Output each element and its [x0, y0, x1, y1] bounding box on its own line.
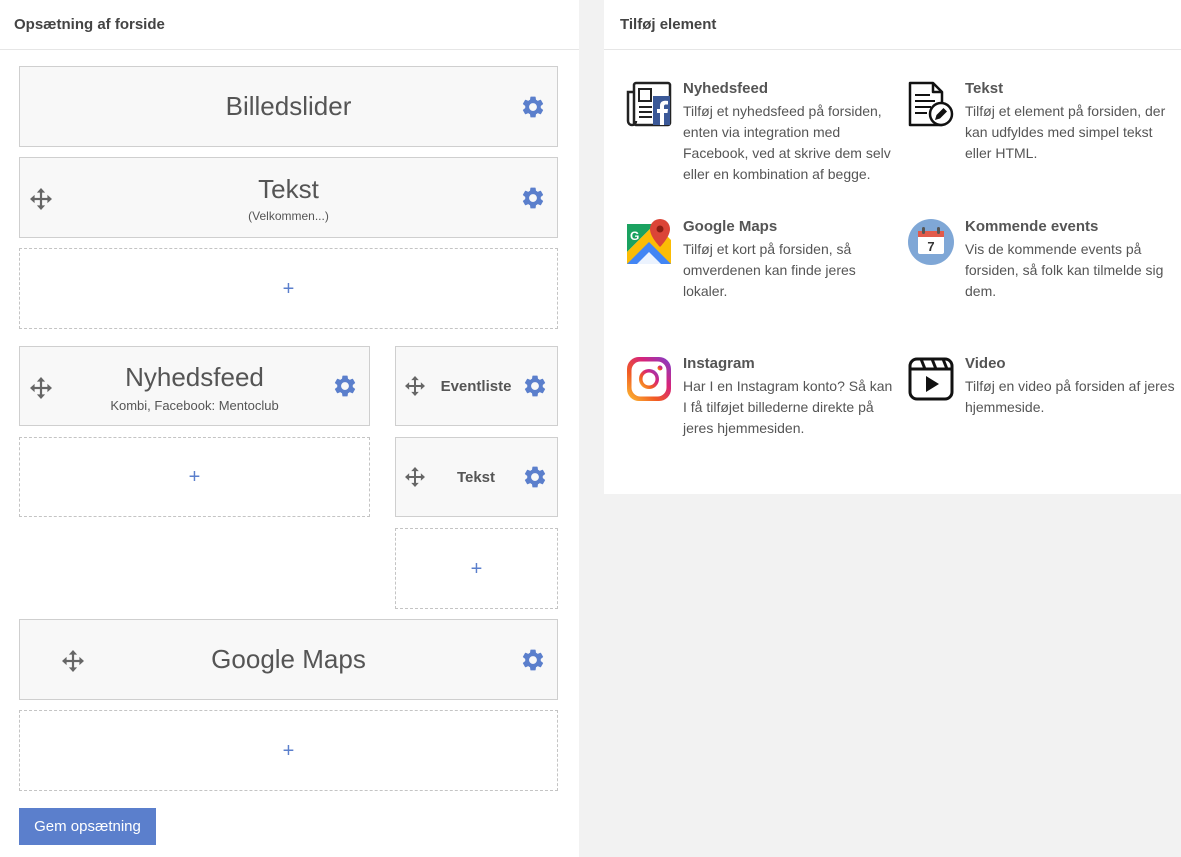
element-title: Tekst: [965, 80, 1004, 97]
element-description: Tilføj et nyhedsfeed på forsiden, enten …: [683, 103, 891, 182]
block-tekst-small[interactable]: Tekst: [395, 437, 558, 517]
calendar-icon: 7: [908, 219, 954, 265]
element-description: Tilføj en video på forsiden af jeres hje…: [965, 378, 1175, 415]
move-icon[interactable]: [405, 467, 425, 487]
plus-icon: +: [282, 739, 295, 762]
save-layout-button[interactable]: Gem opsætning: [19, 808, 156, 845]
svg-text:G: G: [630, 229, 639, 243]
block-title: Nyhedsfeed: [125, 362, 264, 392]
add-element-panel: Tilføj element Nyhedsfeed Tilføj et nyhe…: [604, 0, 1181, 494]
add-block-dropzone[interactable]: +: [19, 710, 558, 791]
gear-icon[interactable]: [522, 464, 548, 490]
block-subtitle: Kombi, Facebook: Mentoclub: [110, 398, 279, 413]
instagram-icon: [627, 357, 671, 401]
block-eventliste[interactable]: Eventliste: [395, 346, 558, 426]
block-title: Google Maps: [211, 644, 366, 674]
element-title: Instagram: [683, 355, 755, 372]
document-edit-icon: [908, 81, 954, 127]
block-title: Billedslider: [225, 91, 352, 121]
add-block-dropzone[interactable]: +: [19, 248, 558, 329]
element-title: Video: [965, 355, 1006, 372]
block-google-maps[interactable]: Google Maps: [19, 619, 558, 700]
plus-icon: +: [470, 557, 483, 580]
element-description: Har I en Instagram konto? Så kan I få ti…: [683, 378, 893, 436]
move-icon[interactable]: [405, 376, 425, 396]
google-maps-icon: G: [627, 219, 671, 264]
block-title: Tekst: [258, 174, 319, 204]
add-element-panel-title: Tilføj element: [604, 0, 1181, 50]
plus-icon: +: [188, 466, 201, 488]
element-description: Tilføj et element på forsiden, der kan u…: [965, 103, 1166, 161]
newspaper-facebook-icon: [626, 81, 672, 127]
element-title: Kommende events: [965, 218, 1099, 235]
element-title: Google Maps: [683, 218, 778, 235]
add-block-dropzone[interactable]: +: [395, 528, 558, 609]
block-nyhedsfeed[interactable]: Nyhedsfeed Kombi, Facebook: Mentoclub: [19, 346, 370, 426]
gear-icon[interactable]: [520, 647, 546, 673]
element-description: Tilføj et kort på forsiden, så omverdene…: [683, 241, 856, 299]
element-description: Vis de kommende events på forsiden, så f…: [965, 241, 1164, 299]
block-billedslider[interactable]: Billedslider: [19, 66, 558, 147]
add-block-dropzone[interactable]: +: [19, 437, 370, 517]
calendar-day: 7: [927, 239, 934, 254]
gear-icon[interactable]: [522, 373, 548, 399]
plus-icon: +: [282, 277, 295, 300]
gear-icon[interactable]: [332, 373, 358, 399]
gear-icon[interactable]: [520, 94, 546, 120]
block-title: Eventliste: [440, 378, 512, 395]
video-clapper-icon: [908, 357, 954, 401]
element-title: Nyhedsfeed: [683, 80, 769, 97]
layout-panel: Opsætning af forside Billedslider Tekst …: [0, 0, 579, 857]
gear-icon[interactable]: [520, 185, 546, 211]
block-title: Tekst: [456, 469, 496, 486]
block-tekst[interactable]: Tekst (Velkommen...): [19, 157, 558, 238]
layout-panel-title: Opsætning af forside: [0, 0, 579, 50]
block-subtitle: (Velkommen...): [248, 209, 329, 223]
